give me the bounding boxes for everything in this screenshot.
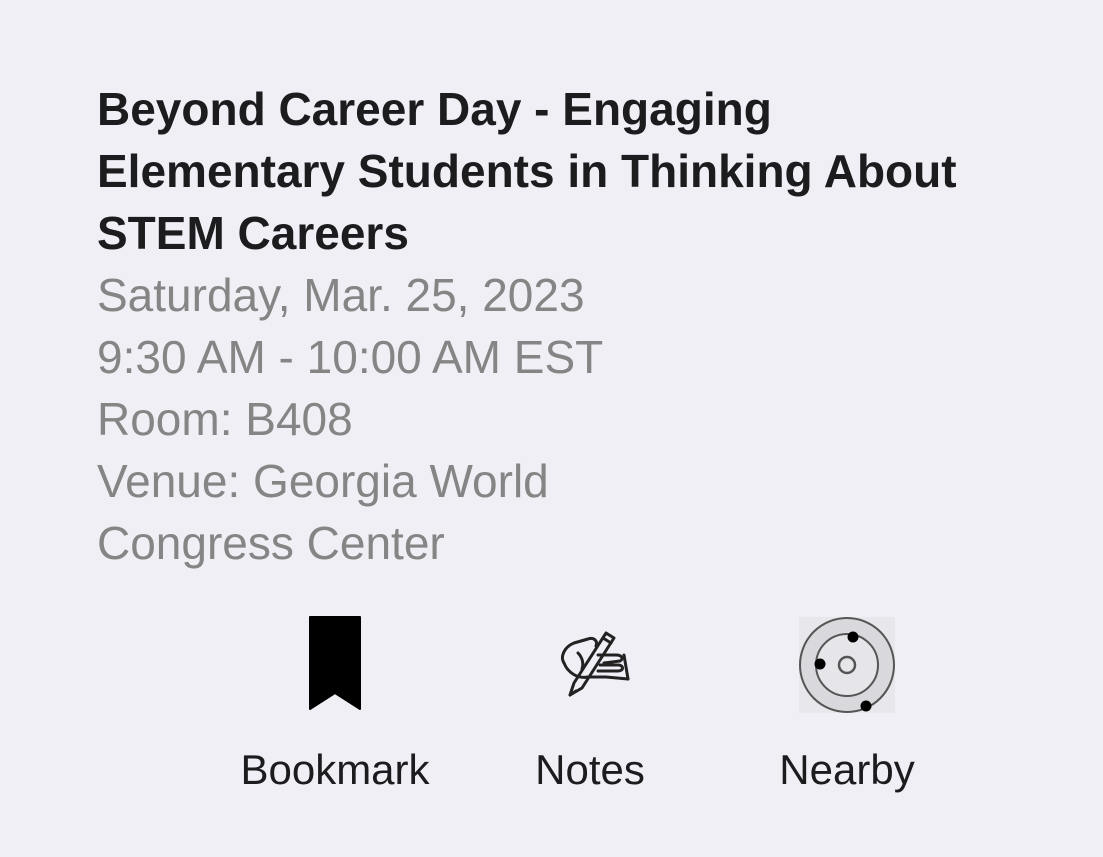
orbit-icon <box>797 613 897 717</box>
session-time: 9:30 AM - 10:00 AM EST <box>97 331 604 383</box>
notes-button[interactable]: Notes <box>470 605 710 805</box>
session-venue-line-2: Congress Center <box>97 517 445 569</box>
action-bar: Bookmark Notes Nearby <box>0 605 1103 805</box>
nearby-label: Nearby <box>779 746 915 793</box>
session-venue-line-1: Venue: Georgia World <box>97 455 549 507</box>
pen-hand-icon <box>540 613 640 717</box>
bookmark-label: Bookmark <box>240 746 430 793</box>
session-room: Room: B408 <box>97 393 353 445</box>
session-meta: Saturday, Mar. 25, 2023 9:30 AM - 10:00 … <box>97 264 997 574</box>
session-date: Saturday, Mar. 25, 2023 <box>97 269 585 321</box>
bookmark-icon <box>285 613 385 717</box>
nearby-button[interactable]: Nearby <box>727 605 967 805</box>
notes-label: Notes <box>535 746 645 793</box>
session-detail: Beyond Career Day - Engaging Elementary … <box>97 78 997 574</box>
session-title: Beyond Career Day - Engaging Elementary … <box>97 83 957 259</box>
bookmark-button[interactable]: Bookmark <box>215 605 455 805</box>
